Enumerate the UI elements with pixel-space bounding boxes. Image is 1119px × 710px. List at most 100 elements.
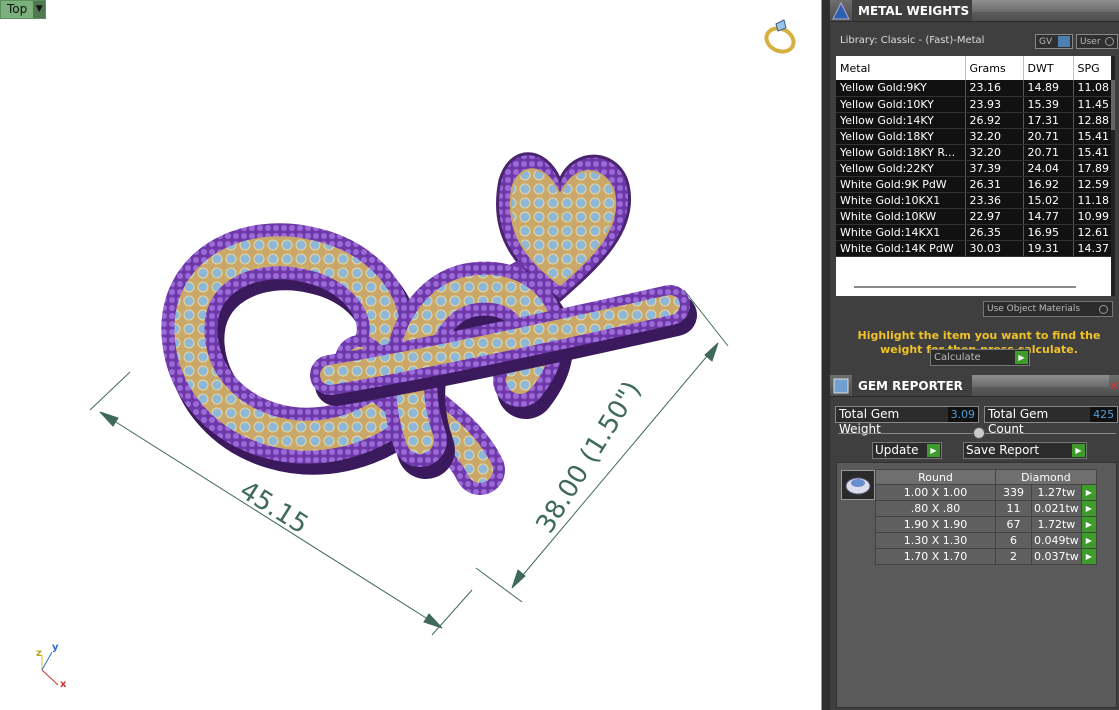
gem-reporter-header: GEM REPORTER ✕	[830, 374, 1119, 397]
gem-row[interactable]: 1.70 X 1.70 2 0.037tw ▶	[875, 548, 1097, 565]
chevron-down-icon[interactable]: ▼	[33, 1, 46, 18]
metal-weights-header: METAL WEIGHTS	[830, 0, 1119, 22]
play-arrow-icon[interactable]: ▶	[1080, 500, 1097, 517]
library-label: Library: Classic - (Fast)-Metal	[840, 35, 985, 46]
table-cell: 12.61	[1073, 224, 1115, 241]
table-cell: 12.59	[1073, 176, 1115, 193]
table-cell: 11.18	[1073, 192, 1115, 209]
table-cell: 20.71	[1023, 144, 1074, 161]
metal-table[interactable]: Metal Grams DWT SPG Yellow Gold:9KY 23.16 14.…	[836, 56, 1115, 296]
metal-weights-body: Library: Classic - (Fast)-Metal GV User …	[830, 22, 1119, 375]
gem-row[interactable]: 1.30 X 1.30 6 0.049tw ▶	[875, 532, 1097, 549]
table-cell: 17.31	[1023, 112, 1074, 129]
play-arrow-icon[interactable]: ▶	[1080, 484, 1097, 501]
table-cell: 26.92	[965, 112, 1024, 129]
table-row[interactable]: Yellow Gold:18KY R... 32.20 20.71 15.41	[836, 144, 1115, 161]
table-cell: Yellow Gold:18KY	[836, 128, 966, 145]
table-row[interactable]: Yellow Gold:18KY 32.20 20.71 15.41	[836, 128, 1115, 145]
metal-weights-title: METAL WEIGHTS	[852, 0, 972, 21]
table-cell: 37.39	[965, 160, 1024, 177]
gem-cell: 1.90 X 1.90	[875, 516, 996, 533]
play-arrow-icon[interactable]: ▶	[1080, 532, 1097, 549]
save-report-button[interactable]: Save Report ▶	[963, 442, 1087, 459]
radio-icon[interactable]	[1099, 304, 1108, 314]
table-row[interactable]: White Gold:9K PdW 26.31 16.92 12.59	[836, 176, 1115, 193]
table-cell: 14.89	[1023, 80, 1074, 97]
gv-label: GV	[1039, 36, 1053, 47]
gem-row[interactable]: 1.00 X 1.00 339 1.27tw ▶	[875, 484, 1097, 501]
calculate-button[interactable]: Calculate ▶	[930, 349, 1030, 366]
side-panel: METAL WEIGHTS Library: Classic - (Fast)-…	[830, 0, 1119, 710]
table-cell: 10.99	[1073, 208, 1115, 225]
gem-list[interactable]: Round Diamond 1.00 X 1.00 339 1.27tw ▶ .80 X…	[836, 462, 1117, 708]
table-cell: Yellow Gold:22KY	[836, 160, 966, 177]
table-row[interactable]: White Gold:10KX1 23.36 15.02 11.18	[836, 192, 1115, 209]
gem-cell: 1.30 X 1.30	[875, 532, 996, 549]
play-arrow-icon[interactable]: ▶	[927, 444, 940, 457]
jewelry-model-scene[interactable]: 45.15 38.00 (1.50")	[0, 0, 822, 710]
diamond-icon[interactable]	[841, 470, 875, 500]
column-header[interactable]: Metal	[836, 56, 966, 80]
slider-handle[interactable]	[973, 427, 985, 439]
table-cell: 15.39	[1023, 96, 1074, 113]
horizontal-scrollbar[interactable]	[854, 286, 1076, 288]
play-arrow-icon[interactable]: ▶	[1015, 351, 1028, 364]
gv-toggle[interactable]: GV	[1035, 34, 1073, 49]
table-cell: 20.71	[1023, 128, 1074, 145]
use-object-materials-toggle[interactable]: Use Object Materials	[983, 301, 1113, 317]
save-report-label: Save Report	[966, 443, 1040, 457]
table-row[interactable]: Yellow Gold:10KY 23.93 15.39 11.45	[836, 96, 1115, 113]
gv-switch-icon[interactable]	[1058, 36, 1071, 47]
gem-cell: .80 X .80	[875, 500, 996, 517]
table-row[interactable]: Yellow Gold:14KY 26.92 17.31 12.88	[836, 112, 1115, 129]
table-cell: 23.16	[965, 80, 1024, 97]
table-cell: 15.41	[1073, 144, 1115, 161]
play-arrow-icon[interactable]: ▶	[1072, 444, 1085, 457]
column-header[interactable]: SPG	[1073, 56, 1115, 80]
ring-logo-icon[interactable]	[763, 19, 798, 56]
table-row[interactable]: White Gold:14KX1 26.35 16.95 12.61	[836, 224, 1115, 241]
radio-icon[interactable]	[1104, 37, 1114, 46]
table-row[interactable]: Yellow Gold:22KY 37.39 24.04 17.89	[836, 160, 1115, 177]
table-cell: 16.95	[1023, 224, 1074, 241]
play-arrow-icon[interactable]: ▶	[1080, 548, 1097, 565]
table-cell: 14.77	[1023, 208, 1074, 225]
total-gem-weight-label: Total Gem Weight	[839, 407, 900, 436]
table-cell: 23.93	[965, 96, 1024, 113]
table-cell: 26.35	[965, 224, 1024, 241]
table-cell: White Gold:14KX1	[836, 224, 966, 241]
update-button[interactable]: Update ▶	[872, 442, 942, 459]
column-header[interactable]: DWT	[1023, 56, 1074, 80]
table-row[interactable]: White Gold:14K PdW 30.03 19.31 14.37	[836, 240, 1115, 257]
table-cell: 26.31	[965, 176, 1024, 193]
panel-splitter[interactable]	[822, 0, 830, 710]
gem-row[interactable]: .80 X .80 11 0.021tw ▶	[875, 500, 1097, 517]
table-cell: White Gold:10KW	[836, 208, 966, 225]
use-object-materials-label: Use Object Materials	[987, 304, 1081, 314]
column-header[interactable]: Grams	[965, 56, 1024, 80]
gem-row[interactable]: 1.90 X 1.90 67 1.72tw ▶	[875, 516, 1097, 533]
dimension-horizontal-label: 45.15	[234, 475, 313, 540]
play-arrow-icon[interactable]: ▶	[1080, 516, 1097, 533]
view-name[interactable]: Top	[1, 1, 33, 18]
stone-header: Diamond	[995, 469, 1097, 485]
view-selector[interactable]: Top ▼	[0, 0, 47, 19]
user-toggle[interactable]: User	[1076, 34, 1118, 49]
total-gem-weight: Total Gem Weight 3.09	[835, 406, 979, 436]
table-cell: 15.41	[1073, 128, 1115, 145]
calculate-label: Calculate	[934, 352, 981, 363]
gem-cell: 11	[995, 500, 1032, 517]
table-row[interactable]: White Gold:10KW 22.97 14.77 10.99	[836, 208, 1115, 225]
vertical-scrollbar[interactable]	[1111, 56, 1115, 296]
gem-cell: 339	[995, 484, 1032, 501]
table-cell: 32.20	[965, 144, 1024, 161]
3d-viewport[interactable]: 45.15 38.00 (1.50") z y x Top ▼	[0, 0, 822, 710]
gem-cell: 0.021tw	[1031, 500, 1082, 517]
gem-cell: 67	[995, 516, 1032, 533]
gem-cell: 6	[995, 532, 1032, 549]
close-icon[interactable]: ✕	[1109, 379, 1119, 393]
gem-cell: 2	[995, 548, 1032, 565]
table-row[interactable]: Yellow Gold:9KY 23.16 14.89 11.08	[836, 80, 1115, 97]
table-cell: 15.02	[1023, 192, 1074, 209]
total-gem-weight-value: 3.09	[947, 407, 978, 422]
